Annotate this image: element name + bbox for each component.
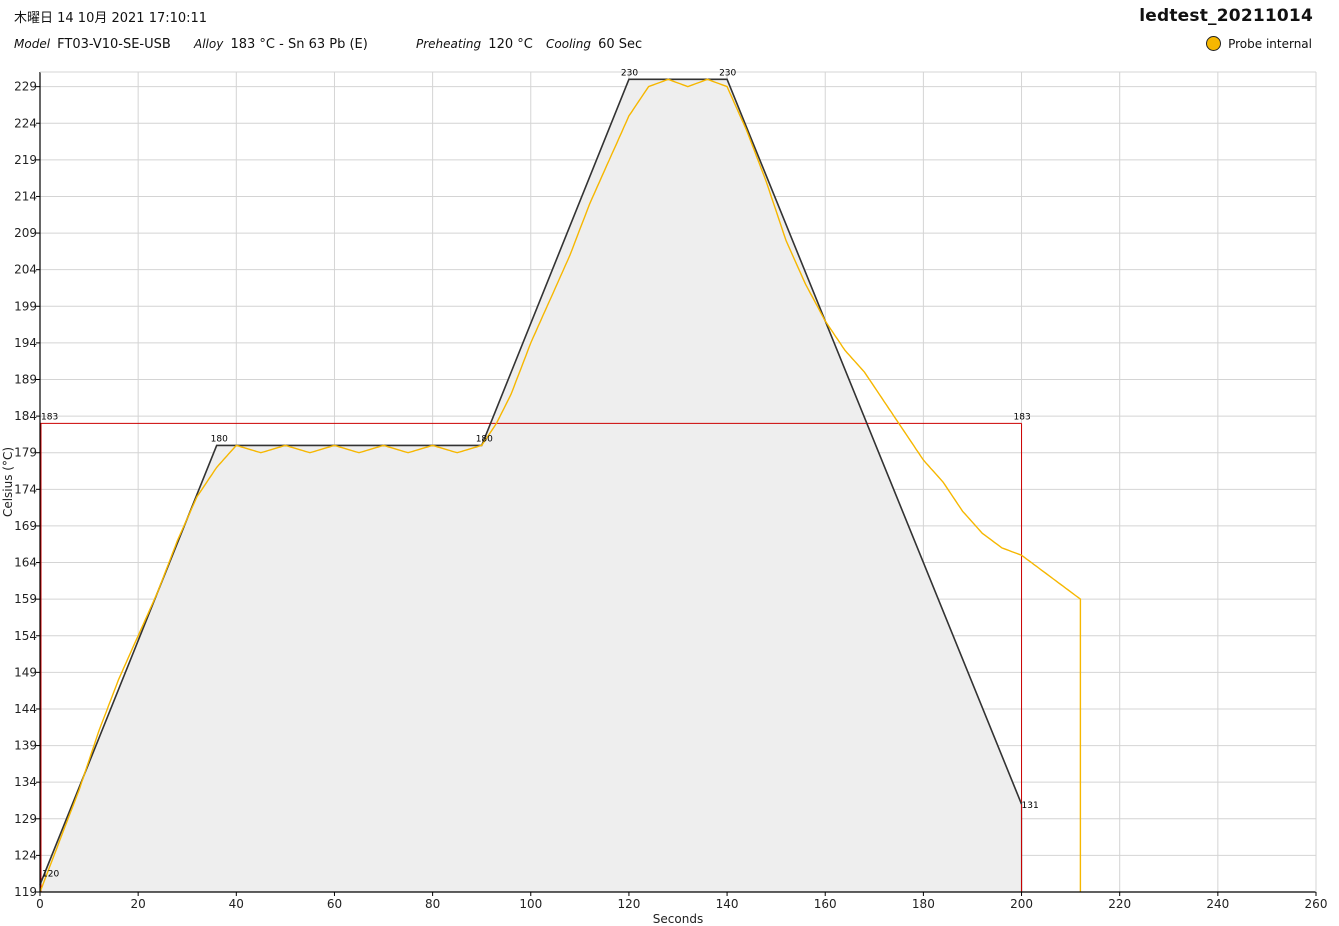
alloy-label-right: 183: [1014, 412, 1031, 422]
x-tick-label: 80: [425, 897, 440, 911]
x-tick-label: 220: [1108, 897, 1131, 911]
y-tick-label: 174: [14, 482, 37, 496]
x-tick-label: 260: [1305, 897, 1328, 911]
y-tick-label: 199: [14, 299, 37, 313]
y-tick-label: 194: [14, 336, 37, 350]
profile-point-label: 131: [1022, 801, 1039, 811]
y-tick-label: 209: [14, 226, 37, 240]
x-tick-label: 60: [327, 897, 342, 911]
x-tick-label: 240: [1206, 897, 1229, 911]
y-tick-label: 149: [14, 665, 37, 679]
alloy-label-left: 183: [41, 412, 58, 422]
x-tick-label: 20: [131, 897, 146, 911]
x-tick-label: 140: [716, 897, 739, 911]
y-tick-label: 184: [14, 409, 37, 423]
y-tick-label: 164: [14, 556, 37, 570]
x-tick-label: 200: [1010, 897, 1033, 911]
x-tick-label: 40: [229, 897, 244, 911]
y-tick-label: 179: [14, 446, 37, 460]
y-tick-label: 224: [14, 116, 37, 130]
x-tick-label: 120: [617, 897, 640, 911]
x-tick-label: 180: [912, 897, 935, 911]
profile-point-label: 230: [719, 68, 736, 78]
y-tick-label: 189: [14, 373, 37, 387]
y-tick-label: 154: [14, 629, 37, 643]
profile-point-label: 230: [621, 68, 638, 78]
profile-point-label: 180: [211, 434, 228, 444]
reflow-chart: 0 20 40 60 80 100 120 140 160 180 200 220 240 260 119 1…: [1, 68, 1328, 926]
profile-point-label: 120: [42, 870, 59, 880]
y-tick-label: 214: [14, 189, 37, 203]
y-tick-label: 229: [14, 80, 37, 94]
y-tick-label: 219: [14, 153, 37, 167]
y-tick-label: 134: [14, 775, 37, 789]
y-tick-label: 124: [14, 848, 37, 862]
x-tick-label: 0: [36, 897, 44, 911]
y-tick-label: 169: [14, 519, 37, 533]
profile-point-label: 180: [476, 434, 493, 444]
y-tick-label: 204: [14, 263, 37, 277]
y-tick-label: 139: [14, 739, 37, 753]
x-tick-label: 100: [519, 897, 542, 911]
y-axis-label: Celsius (°C): [1, 447, 15, 517]
x-axis-label: Seconds: [653, 912, 703, 926]
y-tick-label: 159: [14, 592, 37, 606]
x-tick-label: 160: [814, 897, 837, 911]
y-tick-label: 144: [14, 702, 37, 716]
y-tick-label: 129: [14, 812, 37, 826]
y-tick-label: 119: [14, 885, 37, 899]
